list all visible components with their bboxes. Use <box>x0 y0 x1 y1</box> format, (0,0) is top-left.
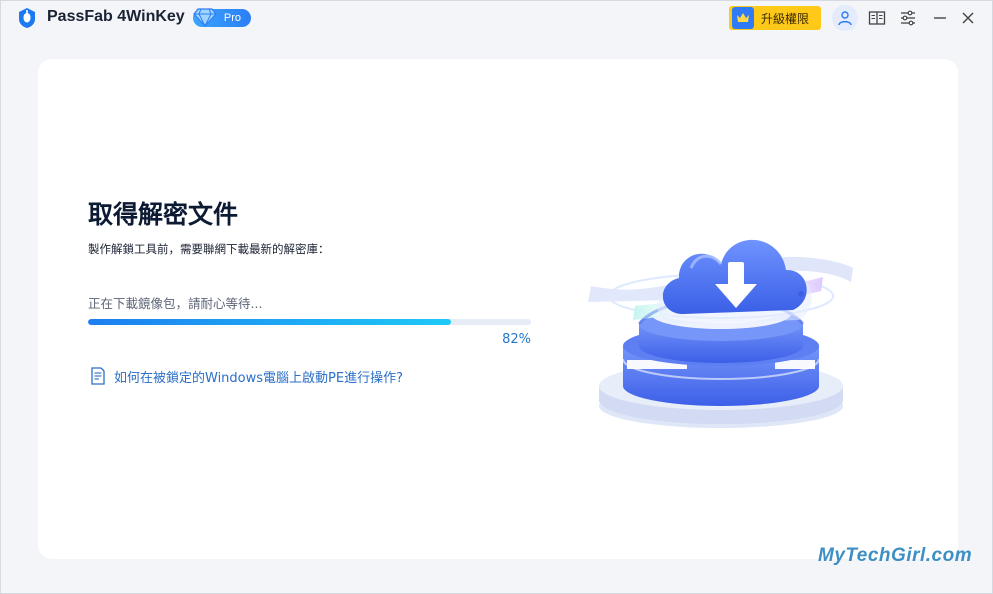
sliders-icon <box>901 10 915 26</box>
help-link-text: 如何在被鎖定的Windows電腦上啟動PE進行操作? <box>114 370 403 386</box>
pro-badge: Pro <box>193 8 251 28</box>
passfab-logo-icon <box>19 8 35 28</box>
settings-button[interactable] <box>895 6 921 30</box>
minimize-icon <box>934 17 946 19</box>
minimize-button[interactable] <box>927 6 953 30</box>
download-status-text: 正在下載鏡像包，請耐心等待... <box>88 296 263 311</box>
upgrade-button-label: 升級權限 <box>761 11 810 26</box>
user-icon <box>838 11 852 26</box>
download-progress-bar <box>88 319 531 325</box>
watermark: MyTechGirl.com <box>818 545 973 566</box>
app-title: PassFab 4WinKey <box>47 8 185 25</box>
upgrade-button[interactable]: 升級權限 <box>729 6 821 30</box>
download-progress-percent: 82% <box>502 332 531 347</box>
cloud-download-icon <box>588 239 853 428</box>
user-account-button[interactable] <box>832 5 858 31</box>
diamond-icon <box>193 8 217 28</box>
book-icon <box>868 11 886 25</box>
close-button[interactable] <box>955 6 981 30</box>
main-card: 取得解密文件 製作解鎖工具前，需要聯網下載最新的解密庫： 正在下載鏡像包，請耐心… <box>38 59 958 559</box>
page-title: 取得解密文件 <box>88 200 239 229</box>
page-description: 製作解鎖工具前，需要聯網下載最新的解密庫： <box>88 242 330 256</box>
crown-icon <box>732 7 754 29</box>
close-icon <box>962 12 974 24</box>
document-icon <box>91 367 105 385</box>
title-bar: PassFab 4WinKey Pro 升級權限 <box>1 1 992 35</box>
pro-badge-label: Pro <box>223 12 241 24</box>
guide-button[interactable] <box>864 6 890 30</box>
download-progress-fill <box>88 319 452 325</box>
help-link[interactable]: 如何在被鎖定的Windows電腦上啟動PE進行操作? <box>90 365 403 387</box>
